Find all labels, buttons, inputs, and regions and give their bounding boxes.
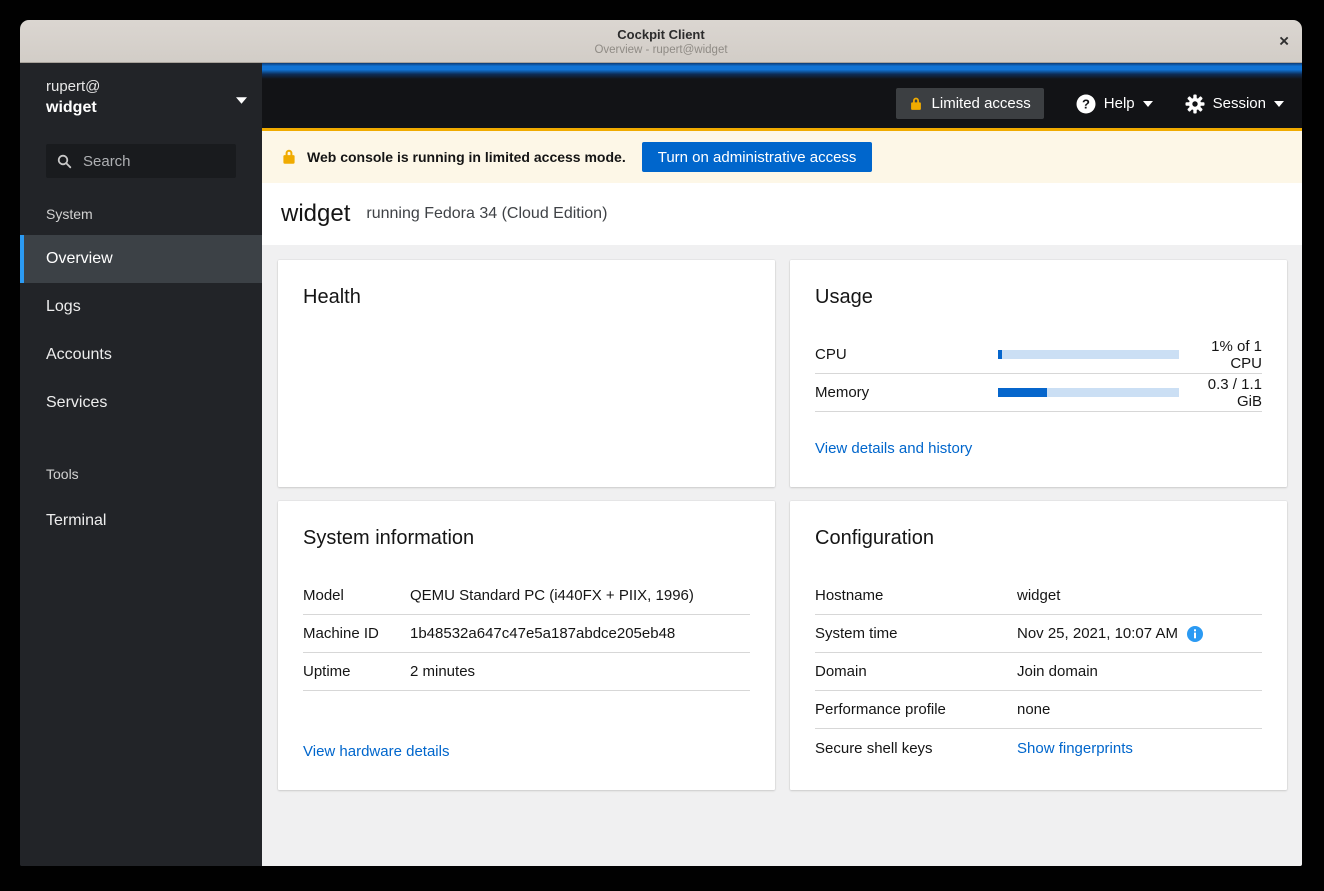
table-row: Domain Join domain <box>815 653 1262 691</box>
titlebar: Cockpit Client Overview - rupert@widget … <box>20 20 1302 63</box>
masthead: Limited access ? Help Session <box>262 79 1302 128</box>
question-icon: ? <box>1076 94 1096 114</box>
limited-access-button[interactable]: Limited access <box>896 88 1044 119</box>
card-title: Usage <box>815 284 1262 310</box>
sidebar: rupert@ widget System Overview Logs Ac <box>20 63 262 866</box>
sidebar-item-accounts[interactable]: Accounts <box>20 331 262 379</box>
system-information-card: System information Model QEMU Standard P… <box>278 501 775 790</box>
chevron-down-icon <box>1274 101 1284 107</box>
sidebar-search[interactable] <box>46 144 236 178</box>
sidebar-item-label: Overview <box>46 250 113 268</box>
overview-content: Health Usage CPU 1% of 1 CPU <box>262 245 1302 866</box>
card-title: Configuration <box>815 525 1262 551</box>
info-icon[interactable] <box>1187 626 1203 642</box>
brand-stripe <box>262 63 1302 79</box>
usage-value: 0.3 / 1.1 GiB <box>1179 376 1262 410</box>
usage-value: 1% of 1 CPU <box>1179 338 1262 372</box>
table-row: System time Nov 25, 2021, 10:07 AM <box>815 615 1262 653</box>
sidebar-item-label: Terminal <box>46 512 106 530</box>
table-row: Machine ID 1b48532a647c47e5a187abdce205e… <box>303 615 750 653</box>
table-row: Secure shell keys Show fingerprints <box>815 729 1262 767</box>
memory-progress-fill <box>998 388 1047 397</box>
row-value: 2 minutes <box>410 663 475 680</box>
join-domain-button[interactable]: Join domain <box>1017 663 1098 680</box>
usage-card: Usage CPU 1% of 1 CPU Memory <box>790 260 1287 487</box>
table-row: Uptime 2 minutes <box>303 653 750 691</box>
configuration-card: Configuration Hostname widget System tim… <box>790 501 1287 790</box>
limited-access-label: Limited access <box>932 95 1031 112</box>
view-details-history-link[interactable]: View details and history <box>815 440 972 457</box>
row-label: Model <box>303 587 410 604</box>
row-label: Domain <box>815 663 1017 680</box>
lock-icon <box>281 148 297 166</box>
session-label: Session <box>1213 95 1266 112</box>
cpu-progress-fill <box>998 350 1002 359</box>
admin-access-button[interactable]: Turn on administrative access <box>642 142 873 172</box>
search-icon <box>57 154 72 169</box>
os-subtitle: running Fedora 34 (Cloud Edition) <box>366 205 607 223</box>
search-input[interactable] <box>81 152 225 171</box>
session-menu[interactable]: Session <box>1185 94 1284 114</box>
row-value: 1b48532a647c47e5a187abdce205eb48 <box>410 625 675 642</box>
host-user: rupert@ <box>46 76 222 97</box>
sidebar-item-services[interactable]: Services <box>20 379 262 427</box>
host-switcher[interactable]: rupert@ widget <box>20 63 262 131</box>
row-value: widget <box>1017 587 1060 604</box>
sidebar-item-overview[interactable]: Overview <box>20 235 262 283</box>
row-label: Machine ID <box>303 625 410 642</box>
nav-section-system: System <box>20 206 262 222</box>
row-label: Uptime <box>303 663 410 680</box>
cockpit-client-window: Cockpit Client Overview - rupert@widget … <box>20 20 1302 866</box>
banner-message: Web console is running in limited access… <box>307 149 626 165</box>
usage-label: Memory <box>815 384 998 401</box>
row-label: Hostname <box>815 587 1017 604</box>
lock-icon <box>909 96 923 112</box>
close-icon[interactable]: × <box>1279 33 1289 50</box>
sidebar-item-label: Logs <box>46 298 81 316</box>
sidebar-item-logs[interactable]: Logs <box>20 283 262 331</box>
row-label: Secure shell keys <box>815 740 1017 757</box>
nav-section-tools: Tools <box>20 466 262 482</box>
main-area: Limited access ? Help Session <box>262 63 1302 866</box>
page-header: widget running Fedora 34 (Cloud Edition) <box>262 183 1302 245</box>
view-hardware-details-link[interactable]: View hardware details <box>303 743 449 760</box>
gear-icon <box>1185 94 1205 114</box>
show-fingerprints-link[interactable]: Show fingerprints <box>1017 740 1133 757</box>
svg-text:?: ? <box>1082 96 1090 111</box>
health-card: Health <box>278 260 775 487</box>
memory-progress-bar <box>998 388 1179 397</box>
help-menu[interactable]: ? Help <box>1076 94 1153 114</box>
page-title: widget <box>281 200 350 228</box>
usage-row-memory: Memory 0.3 / 1.1 GiB <box>815 374 1262 412</box>
sidebar-item-label: Services <box>46 394 107 412</box>
table-row: Performance profile none <box>815 691 1262 729</box>
table-row: Model QEMU Standard PC (i440FX + PIIX, 1… <box>303 577 750 615</box>
host-name: widget <box>46 97 222 119</box>
row-value: none <box>1017 701 1050 718</box>
row-label: Performance profile <box>815 701 1017 718</box>
chevron-down-icon <box>1143 101 1153 107</box>
chevron-down-icon <box>236 97 247 104</box>
cpu-progress-bar <box>998 350 1179 359</box>
card-title: Health <box>303 284 750 310</box>
sidebar-item-label: Accounts <box>46 346 112 364</box>
row-label: System time <box>815 625 1017 642</box>
row-value: QEMU Standard PC (i440FX + PIIX, 1996) <box>410 587 694 604</box>
sidebar-item-terminal[interactable]: Terminal <box>20 497 262 545</box>
limited-access-banner: Web console is running in limited access… <box>262 128 1302 183</box>
card-title: System information <box>303 525 750 551</box>
help-label: Help <box>1104 95 1135 112</box>
window-subtitle: Overview - rupert@widget <box>20 42 1302 57</box>
window-title: Cockpit Client <box>20 20 1302 42</box>
system-time-value: Nov 25, 2021, 10:07 AM <box>1017 625 1178 642</box>
usage-row-cpu: CPU 1% of 1 CPU <box>815 336 1262 374</box>
usage-label: CPU <box>815 346 998 363</box>
table-row: Hostname widget <box>815 577 1262 615</box>
